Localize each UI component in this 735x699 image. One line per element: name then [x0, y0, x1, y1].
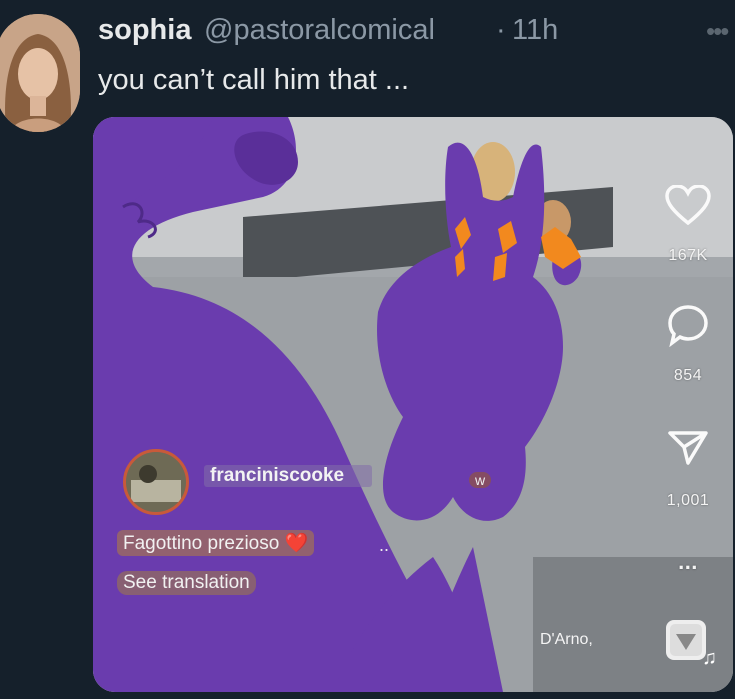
- author-avatar[interactable]: [0, 14, 80, 132]
- album-cover-icon: [670, 624, 702, 656]
- comment-icon[interactable]: [666, 303, 710, 347]
- timestamp[interactable]: 11h: [512, 10, 558, 50]
- creator-avatar[interactable]: [123, 449, 189, 515]
- separator-dot: ·: [496, 14, 506, 46]
- video-frame-drawing: [93, 117, 733, 692]
- music-note-icon: ♫: [702, 647, 717, 669]
- tweet-media[interactable]: 167K 854 1,001 ... ♫ franciniscooke w Fa…: [93, 117, 733, 692]
- more-options-icon[interactable]: ...: [648, 549, 728, 575]
- sound-disc[interactable]: [666, 620, 706, 660]
- video-caption: Fagottino prezioso ❤️: [117, 530, 315, 556]
- likes-count: 167K: [668, 247, 708, 264]
- comments-count: 854: [673, 367, 703, 384]
- caption-text: Fagottino prezioso: [123, 533, 280, 554]
- caption-ellipsis[interactable]: ..: [379, 535, 389, 556]
- see-translation-button[interactable]: See translation: [117, 571, 256, 595]
- heart-emoji: ❤️: [284, 533, 309, 554]
- user-handle[interactable]: @pastoralcomical: [204, 10, 435, 50]
- share-icon[interactable]: [666, 427, 710, 467]
- heart-icon[interactable]: [665, 185, 711, 225]
- display-name[interactable]: sophia: [98, 10, 191, 50]
- sound-title[interactable]: D'Arno,: [540, 631, 593, 649]
- follow-button[interactable]: w: [469, 472, 492, 488]
- shares-count: 1,001: [666, 492, 710, 509]
- tweet-text: you can’t call him that ...: [98, 64, 410, 96]
- creator-username[interactable]: franciniscooke: [204, 465, 372, 487]
- more-horizontal-icon[interactable]: •••: [706, 16, 729, 46]
